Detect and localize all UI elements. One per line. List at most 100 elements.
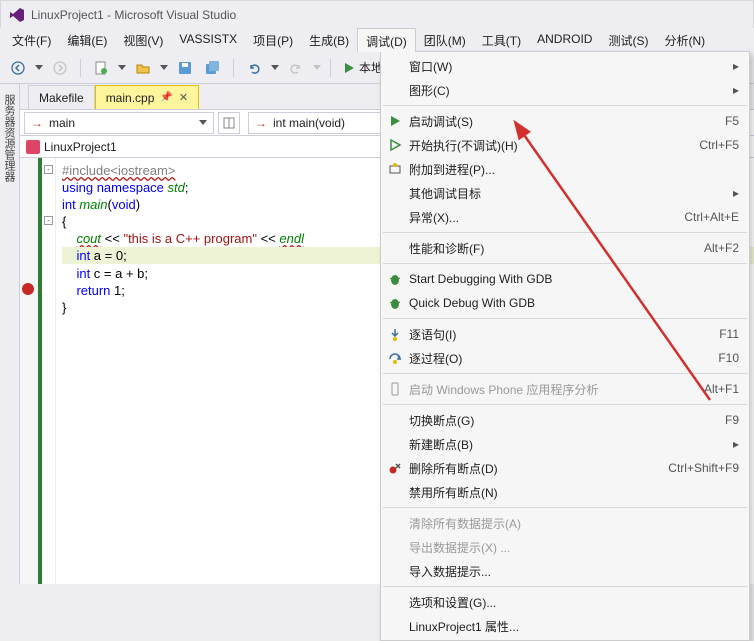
debug-menu-dropdown: 窗口(W)▸图形(C)▸启动调试(S)F5开始执行(不调试)(H)Ctrl+F5… — [380, 51, 750, 641]
menu-item-label: 禁用所有断点(N) — [409, 484, 739, 501]
nav-back-split[interactable] — [34, 65, 44, 70]
redo-split[interactable] — [312, 65, 322, 70]
bug-green-icon — [381, 296, 409, 310]
nav-forward-button[interactable] — [48, 56, 72, 80]
menu-item-label: 窗口(W) — [409, 58, 727, 75]
window-title: LinuxProject1 - Microsoft Visual Studio — [31, 8, 236, 22]
menu-item-shortcut: Alt+F1 — [704, 382, 739, 396]
menu-item[interactable]: 导入数据提示... — [381, 559, 749, 583]
menu-item[interactable]: 逐过程(O)F10 — [381, 346, 749, 370]
menu-item[interactable]: 异常(X)...Ctrl+Alt+E — [381, 205, 749, 229]
menu-item-shortcut: F11 — [719, 327, 739, 341]
breakpoint-gutter[interactable] — [20, 158, 38, 584]
menu-m[interactable]: 团队(M) — [416, 28, 474, 52]
menu-item: 导出数据提示(X) ... — [381, 535, 749, 559]
menu-item[interactable]: 其他调试目标▸ — [381, 181, 749, 205]
attach-icon — [381, 162, 409, 176]
menu-item-label: Quick Debug With GDB — [409, 296, 739, 310]
sidebar-tab-server-explorer[interactable]: 服务器资源管理器 — [0, 90, 19, 584]
menu-d[interactable]: 调试(D) — [357, 28, 416, 52]
menubar: 文件(F)编辑(E)视图(V)VASSISTX项目(P)生成(B)调试(D)团队… — [0, 28, 754, 52]
delete-bp-icon — [381, 461, 409, 475]
close-icon[interactable]: ✕ — [179, 91, 188, 104]
nav-back-button[interactable] — [6, 56, 30, 80]
submenu-arrow-icon: ▸ — [727, 83, 739, 97]
menu-item-label: 逐过程(O) — [409, 350, 718, 367]
fold-toggle[interactable]: - — [44, 165, 53, 174]
open-file-split[interactable] — [159, 65, 169, 70]
menu-e[interactable]: 编辑(E) — [59, 28, 115, 52]
pin-icon[interactable]: 📌 — [160, 92, 172, 103]
menu-item-label: 性能和诊断(F) — [409, 240, 704, 257]
menu-p[interactable]: 项目(P) — [245, 28, 301, 52]
outline-gutter[interactable]: -- — [42, 158, 56, 584]
arrow-icon: → — [31, 116, 43, 130]
menu-item-label: 启动调试(S) — [409, 113, 725, 130]
menu-f[interactable]: 文件(F) — [4, 28, 59, 52]
open-file-button[interactable] — [131, 56, 155, 80]
undo-button[interactable] — [242, 56, 266, 80]
new-file-split[interactable] — [117, 65, 127, 70]
menu-item-label: 选项和设置(G)... — [409, 594, 739, 611]
menu-item[interactable]: 窗口(W)▸ — [381, 54, 749, 78]
menu-item[interactable]: 逐语句(I)F11 — [381, 322, 749, 346]
new-file-button[interactable] — [89, 56, 113, 80]
menu-item[interactable]: 切换断点(G)F9 — [381, 408, 749, 432]
editor-tab[interactable]: Makefile — [28, 85, 95, 109]
menu-item-label: 导入数据提示... — [409, 563, 739, 580]
menu-s[interactable]: 测试(S) — [600, 28, 656, 52]
menu-n[interactable]: 分析(N) — [656, 28, 713, 52]
chevron-down-icon — [199, 120, 207, 125]
menu-item-label: 逐语句(I) — [409, 326, 719, 343]
fold-toggle[interactable]: - — [44, 216, 53, 225]
member-label: int main(void) — [273, 116, 345, 130]
menu-item-shortcut: F9 — [725, 413, 739, 427]
menu-t[interactable]: 工具(T) — [474, 28, 529, 52]
step-over-icon — [381, 351, 409, 365]
menu-android[interactable]: ANDROID — [529, 28, 600, 52]
menu-item[interactable]: LinuxProject1 属性... — [381, 614, 749, 638]
save-all-button[interactable] — [201, 56, 225, 80]
play-outline-icon — [381, 138, 409, 152]
undo-split[interactable] — [270, 65, 280, 70]
menu-item-label: 附加到进程(P)... — [409, 161, 739, 178]
menu-item-label: 其他调试目标 — [409, 185, 727, 202]
breadcrumb-project[interactable]: LinuxProject1 — [44, 140, 117, 154]
menu-item[interactable]: 附加到进程(P)... — [381, 157, 749, 181]
menu-item-label: 清除所有数据提示(A) — [409, 515, 739, 532]
menu-item-label: 图形(C) — [409, 82, 727, 99]
redo-button[interactable] — [284, 56, 308, 80]
split-button[interactable] — [218, 112, 240, 134]
menu-vassistx[interactable]: VASSISTX — [171, 28, 245, 52]
save-button[interactable] — [173, 56, 197, 80]
play-green-icon — [381, 114, 409, 128]
titlebar: LinuxProject1 - Microsoft Visual Studio — [0, 0, 754, 28]
menu-b[interactable]: 生成(B) — [301, 28, 357, 52]
menu-item-label: 删除所有断点(D) — [409, 460, 668, 477]
submenu-arrow-icon: ▸ — [727, 59, 739, 73]
menu-item[interactable]: 性能和诊断(F)Alt+F2 — [381, 236, 749, 260]
scope-label: main — [49, 116, 75, 130]
menu-item-label: Start Debugging With GDB — [409, 272, 739, 286]
menu-item-label: 启动 Windows Phone 应用程序分析 — [409, 381, 704, 398]
submenu-arrow-icon: ▸ — [727, 186, 739, 200]
scope-dropdown[interactable]: → main — [24, 112, 214, 134]
menu-item[interactable]: 启动调试(S)F5 — [381, 109, 749, 133]
menu-item[interactable]: 新建断点(B)▸ — [381, 432, 749, 456]
menu-item[interactable]: 删除所有断点(D)Ctrl+Shift+F9 — [381, 456, 749, 480]
editor-tab[interactable]: main.cpp📌✕ — [95, 85, 199, 109]
submenu-arrow-icon: ▸ — [727, 437, 739, 451]
menu-item[interactable]: Quick Debug With GDB — [381, 291, 749, 315]
menu-item[interactable]: 图形(C)▸ — [381, 78, 749, 102]
menu-item-shortcut: F10 — [718, 351, 739, 365]
menu-item[interactable]: Start Debugging With GDB — [381, 267, 749, 291]
menu-item-label: 开始执行(不调试)(H) — [409, 137, 699, 154]
menu-item[interactable]: 开始执行(不调试)(H)Ctrl+F5 — [381, 133, 749, 157]
menu-v[interactable]: 视图(V) — [115, 28, 171, 52]
menu-item-shortcut: Alt+F2 — [704, 241, 739, 255]
breakpoint-marker[interactable] — [22, 283, 34, 295]
menu-item-label: 异常(X)... — [409, 209, 684, 226]
menu-item[interactable]: 禁用所有断点(N) — [381, 480, 749, 504]
menu-item-label: LinuxProject1 属性... — [409, 618, 739, 635]
menu-item[interactable]: 选项和设置(G)... — [381, 590, 749, 614]
